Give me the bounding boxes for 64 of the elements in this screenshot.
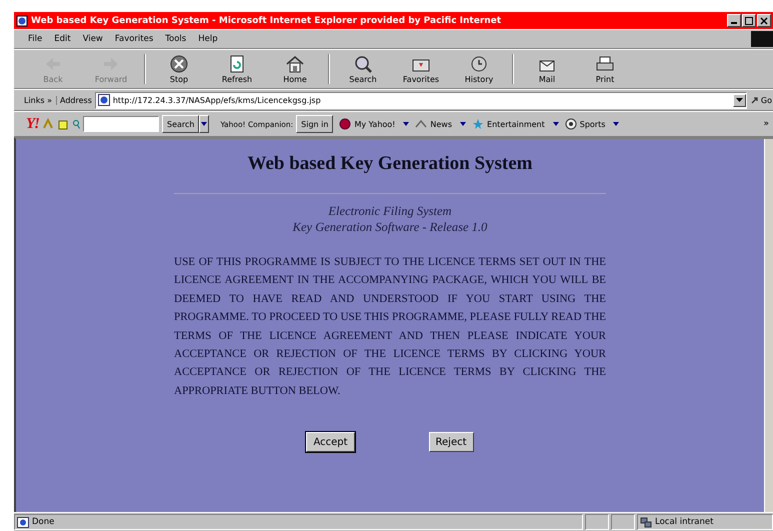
search-button[interactable]: Search [162, 115, 200, 133]
zone-text: Local intranet [655, 517, 714, 527]
minimize-icon [731, 22, 737, 24]
page-icon [98, 94, 110, 106]
browser-icon [16, 14, 28, 26]
toolbar-button[interactable]: Refresh [208, 54, 266, 84]
address-label: Address [60, 96, 92, 104]
toolbar-button[interactable]: Mail [518, 54, 576, 84]
caret-icon [736, 98, 743, 102]
toolbar-link[interactable]: My Yahoo! [339, 118, 410, 130]
house-icon [284, 54, 306, 74]
close-button[interactable] [757, 14, 771, 27]
more-button[interactable]: » [763, 119, 773, 129]
address-field[interactable]: http://172.24.3.37/NASApp/efs/kms/Licencekgsg.jsp [94, 92, 747, 108]
menu-item[interactable]: View [76, 34, 109, 44]
page-title: Web based Key Generation System [248, 153, 532, 175]
caret-icon [613, 122, 620, 126]
ball-icon [564, 118, 577, 130]
sign-in-button[interactable]: Sign in [296, 115, 334, 133]
reject-button[interactable]: Reject [428, 432, 474, 452]
page-icon [17, 516, 29, 528]
stop-icon [168, 54, 190, 74]
caret-icon [552, 122, 559, 126]
toolbar-link[interactable]: Entertainment [472, 118, 559, 130]
search-icon [72, 119, 80, 129]
toolbar-link[interactable]: News [415, 118, 466, 130]
caret-icon [201, 122, 208, 126]
menu-item[interactable]: Help [192, 34, 224, 44]
network-icon [640, 516, 652, 528]
maximize-icon [744, 16, 754, 26]
toolbar-button[interactable]: Home [266, 54, 324, 84]
star-icon [472, 118, 484, 130]
toolbar-button[interactable]: Stop [150, 54, 208, 84]
status-panel [611, 514, 635, 530]
subtitle-text: Key Generation Software - Release 1.0 [292, 219, 488, 235]
toolbar-link[interactable]: Sports [564, 118, 620, 130]
caret-icon [403, 122, 410, 126]
links-button[interactable]: Links » [20, 96, 57, 104]
accept-button[interactable]: Accept [306, 432, 355, 452]
menu-item[interactable]: File [22, 34, 48, 44]
toolbar-button[interactable]: Print [576, 54, 634, 84]
arrow-icon [750, 95, 760, 105]
subtitle-text: Electronic Filing System [328, 203, 452, 219]
toolbar-button[interactable]: Search [334, 54, 392, 84]
dropdown-button[interactable] [732, 94, 746, 106]
yahoo-logo: Y! [26, 116, 39, 132]
status-panel [585, 514, 609, 530]
close-icon [759, 16, 769, 26]
menu-item[interactable]: Favorites [108, 34, 160, 44]
search-field[interactable] [83, 116, 159, 132]
menu-item[interactable]: Tools [159, 34, 192, 44]
status-text: Done [32, 517, 54, 527]
toolbar-button[interactable]: Favorites [392, 54, 450, 84]
note-icon [57, 118, 69, 130]
licence-notice: USE OF THIS PROGRAMME IS SUBJECT TO THE LICENCE TERMS SET OUT IN THE LICENCE AGREEMENT IN THE ACCOMPANYING PACKAGE, WHICH YOU WILL BE DEEMED TO HAVE READ AND UNDERSTOOD IF YOU START USING THE PROGRAMME. TO PROCEED TO USE THIS PROGRAMME, PLEASE FULLY READ THE TERMS OF THE LICENCE AGREEMENT AND THEN PLEASE INDICATE YOUR ACCEPTANCE OR REJECTION OF THE LICENCE TERMS BY CLICKING YOUR ACCEPTANCE OR REJECTION OF THE LICENCE TERMS BY CLICKING THE APPROPRIATE BUTTON BELOW. [174, 255, 606, 399]
dropdown-button[interactable] [199, 115, 210, 133]
go-button[interactable]: Go [750, 95, 773, 105]
scroll-bar[interactable] [764, 139, 773, 512]
maximize-button[interactable] [742, 14, 756, 27]
menu-item[interactable]: Edit [48, 34, 77, 44]
toolbar-button[interactable]: History [450, 54, 508, 84]
caret-icon [460, 122, 466, 126]
window-title: Web based Key Generation System - Microsoft Internet Explorer provided by Pacific Internet [31, 16, 502, 26]
minimize-button[interactable] [727, 14, 741, 27]
